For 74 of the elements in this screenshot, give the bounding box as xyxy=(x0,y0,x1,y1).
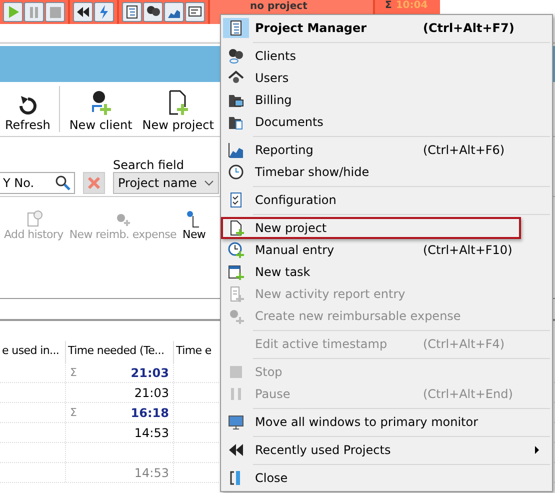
pause-icon xyxy=(27,5,41,19)
chart-icon xyxy=(228,142,244,158)
menu-item[interactable]: Reporting (Ctrl+Alt+F6) xyxy=(221,139,550,161)
clock-icon xyxy=(228,242,244,258)
menu-item[interactable]: Manual entry (Ctrl+Alt+F10) xyxy=(221,239,550,261)
shortcut-text: (Ctrl+Alt+F7) xyxy=(423,21,514,35)
menu-item[interactable]: Users xyxy=(221,67,550,89)
sum-symbol: Σ xyxy=(385,0,392,11)
shortcut-text: (Ctrl+Alt+F6) xyxy=(423,143,505,157)
pause-icon xyxy=(228,386,244,402)
message-button[interactable] xyxy=(185,2,205,22)
play-button[interactable] xyxy=(3,2,23,22)
rewind-icon xyxy=(228,442,244,458)
clients-button[interactable] xyxy=(143,2,163,22)
new-client-button[interactable]: New client xyxy=(64,86,138,132)
menu-item[interactable]: New project xyxy=(221,217,521,239)
chevron-icon xyxy=(204,180,214,186)
menu-item[interactable]: Project Manager (Ctrl+Alt+F7) xyxy=(221,17,550,39)
menu-item[interactable]: Configuration xyxy=(221,189,550,211)
sum-symbol: Σ xyxy=(70,406,77,419)
time-value: 14:53 xyxy=(134,426,169,440)
refresh-icon xyxy=(18,94,38,116)
play-icon xyxy=(6,5,20,19)
menu-item[interactable]: Timebar show/hide xyxy=(221,161,550,183)
list-icon xyxy=(228,20,244,36)
lightning-button[interactable] xyxy=(94,2,114,22)
lightning-icon xyxy=(97,5,111,19)
folder-icon xyxy=(228,114,244,130)
shortcut-text: (Ctrl+Alt+F4) xyxy=(423,337,505,351)
stop-icon xyxy=(48,5,62,19)
expense-icon xyxy=(228,308,244,324)
menu-item[interactable]: Recently used Projects xyxy=(221,439,550,461)
time-value: 21:03 xyxy=(134,386,169,400)
menu-item[interactable]: Documents xyxy=(221,111,550,133)
close-icon xyxy=(87,176,101,190)
project-name: no project xyxy=(250,1,308,12)
stop-icon xyxy=(228,364,244,380)
search-icon xyxy=(55,175,71,191)
notepad-icon xyxy=(24,210,43,228)
time-value: 16:18 xyxy=(130,406,169,420)
calendar-icon xyxy=(228,264,244,280)
message-icon xyxy=(188,5,202,19)
shortcut-text: (Ctrl+Alt+End) xyxy=(423,387,513,401)
list-button[interactable] xyxy=(122,2,142,22)
new-project-button[interactable]: New project xyxy=(137,86,219,132)
shortcut-text: (Ctrl+Alt+F10) xyxy=(423,243,512,257)
refresh-button[interactable]: Refresh xyxy=(0,86,56,132)
menu-item[interactable]: Billing xyxy=(221,89,550,111)
people-icon xyxy=(228,48,244,64)
menu-item[interactable]: Move all windows to primary monitor xyxy=(221,411,550,433)
folder-icon xyxy=(228,92,244,108)
recent-button[interactable] xyxy=(73,2,93,22)
column-header[interactable]: Time needed (Te... xyxy=(66,341,174,363)
time-value: 14:53 xyxy=(134,466,169,480)
rewind-icon xyxy=(76,5,90,19)
action-button[interactable]: New xyxy=(182,210,206,241)
people-icon xyxy=(146,5,160,19)
menu-item[interactable]: Clients xyxy=(221,45,550,67)
sum-time: 10:04 xyxy=(396,0,428,11)
search-field-dropdown[interactable]: Project name xyxy=(113,172,219,194)
checklist-icon xyxy=(228,192,244,208)
menu-item[interactable]: Close xyxy=(221,467,550,489)
list-icon xyxy=(125,5,139,19)
pause-button[interactable] xyxy=(24,2,44,22)
time-value: 21:03 xyxy=(130,366,169,380)
monitor-icon xyxy=(228,414,244,430)
clock-icon xyxy=(228,164,244,180)
stop-button[interactable] xyxy=(45,2,65,22)
search-field-label: Search field xyxy=(113,158,185,172)
chart-button[interactable] xyxy=(164,2,184,22)
search-field[interactable]: Y No. xyxy=(0,172,75,194)
column-header[interactable]: e used in... xyxy=(0,341,66,363)
menu-item[interactable]: New task xyxy=(221,261,550,283)
sum-symbol: Σ xyxy=(70,366,77,379)
